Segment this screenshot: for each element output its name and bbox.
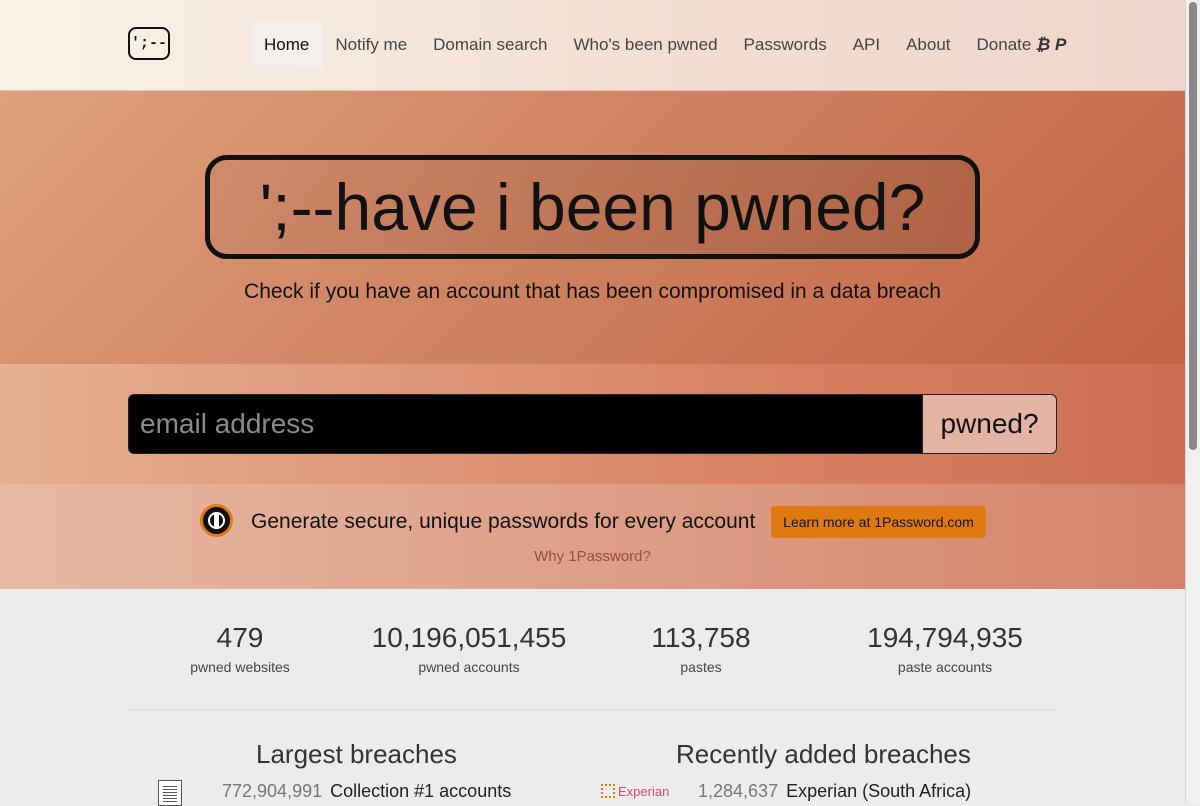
email-search-input[interactable] — [128, 394, 923, 454]
hero-title: ';--have i been pwned? — [205, 155, 980, 259]
stat-label: paste accounts — [897, 659, 993, 675]
page-scrollbar[interactable] — [1185, 0, 1200, 803]
nav-item-domain-search[interactable]: Domain search — [420, 20, 560, 70]
largest-breach-item[interactable]: 772,904,991 Collection #1 accounts — [222, 781, 511, 802]
experian-logo-text: Experian — [618, 784, 670, 799]
experian-logo-icon — [601, 784, 615, 798]
nav-item-about[interactable]: About — [893, 20, 963, 70]
stat-pwned-websites: 479 pwned websites — [180, 619, 300, 675]
breach-count: 772,904,991 — [222, 781, 323, 801]
stats-section: 479 pwned websites 10,196,051,455 pwned … — [0, 589, 1185, 806]
stat-label: pastes — [680, 659, 722, 675]
promo-text: Generate secure, unique passwords for ev… — [251, 510, 756, 533]
navbar: ';-- Home Notify me Domain search Who's … — [0, 0, 1185, 91]
divider — [128, 709, 1058, 710]
stat-value: 194,794,935 — [867, 622, 1023, 653]
donate-label: Donate — [976, 35, 1032, 54]
nav-item-whos-been-pwned[interactable]: Who's been pwned — [560, 20, 730, 70]
donate-icons: ₿ P — [1035, 35, 1066, 54]
largest-breaches-title: Largest breaches — [256, 739, 457, 769]
stat-label: pwned websites — [190, 659, 290, 675]
learn-more-button[interactable]: Learn more at 1Password.com — [771, 506, 986, 538]
breach-name[interactable]: Collection #1 accounts — [330, 781, 511, 801]
site-logo[interactable]: ';-- — [128, 27, 170, 60]
nav-item-passwords[interactable]: Passwords — [731, 20, 840, 70]
promo-section: Generate secure, unique passwords for ev… — [0, 484, 1185, 589]
nav-item-donate[interactable]: Donate ₿ P — [964, 20, 1080, 70]
nav-item-home[interactable]: Home — [251, 20, 323, 70]
stat-paste-accounts: 194,794,935 paste accounts — [855, 619, 1035, 675]
paypal-icon: P — [1055, 35, 1067, 54]
stat-value: 10,196,051,455 — [371, 622, 567, 653]
main-nav: Home Notify me Domain search Who's been … — [251, 20, 1079, 70]
hero-section: ';--have i been pwned? Check if you have… — [0, 91, 1185, 364]
bitcoin-icon: ₿ — [1035, 35, 1051, 54]
breach-name[interactable]: Experian (South Africa) — [786, 781, 971, 801]
recent-breach-item[interactable]: 1,284,637 Experian (South Africa) — [698, 781, 971, 802]
nav-item-notify-me[interactable]: Notify me — [322, 20, 420, 70]
hero-tagline: Check if you have an account that has be… — [244, 280, 941, 303]
stat-pastes: 113,758 pastes — [631, 619, 771, 675]
recent-breaches-title: Recently added breaches — [676, 739, 971, 769]
onepassword-logo-icon — [200, 504, 233, 537]
document-icon — [158, 780, 182, 806]
why-1password-link[interactable]: Why 1Password? — [0, 548, 1185, 565]
stat-value: 479 — [216, 622, 264, 653]
stat-label: pwned accounts — [418, 659, 520, 675]
search-section: pwned? — [0, 364, 1185, 484]
experian-logo: Experian — [601, 784, 669, 799]
nav-item-api[interactable]: API — [840, 20, 893, 70]
pwned-search-button[interactable]: pwned? — [922, 394, 1057, 454]
scrollbar-thumb[interactable] — [1189, 2, 1197, 450]
stat-value: 113,758 — [651, 622, 751, 653]
stat-pwned-accounts: 10,196,051,455 pwned accounts — [358, 619, 580, 675]
breach-count: 1,284,637 — [698, 781, 779, 801]
